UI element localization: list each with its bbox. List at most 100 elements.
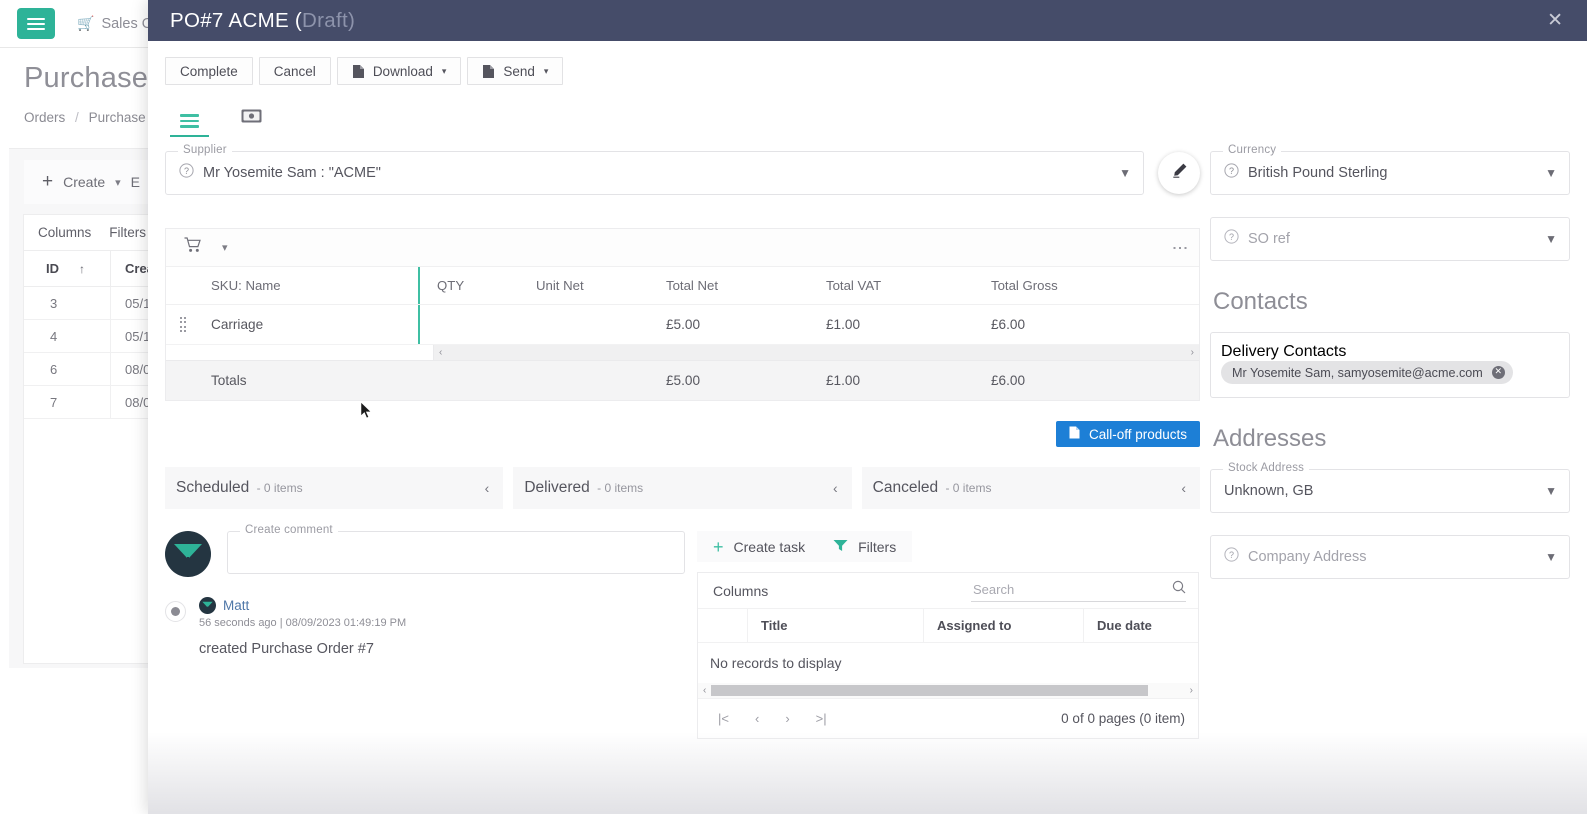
user-avatar-icon bbox=[165, 531, 211, 577]
delivery-contacts-label: Delivery Contacts bbox=[1221, 343, 1347, 360]
company-address-select[interactable]: ? Company Address ▼ bbox=[1210, 535, 1570, 579]
panel-scheduled[interactable]: Scheduled - 0 items ‹ bbox=[165, 467, 504, 509]
column-header-qty[interactable]: QTY bbox=[418, 267, 528, 304]
breadcrumb-root[interactable]: Orders bbox=[24, 110, 65, 125]
breadcrumb-current[interactable]: Purchase bbox=[89, 110, 146, 125]
more-vertical-icon[interactable]: ⋮ bbox=[1171, 240, 1188, 256]
currency-select[interactable]: Currency ? British Pound Sterling ▼ bbox=[1210, 144, 1570, 195]
chevron-left-icon[interactable]: ‹ bbox=[1181, 480, 1186, 496]
chevron-down-icon[interactable]: ▼ bbox=[1119, 166, 1131, 180]
search-icon[interactable] bbox=[1172, 580, 1186, 599]
panel-delivered[interactable]: Delivered - 0 items ‹ bbox=[513, 467, 852, 509]
status-panels: Scheduled - 0 items ‹ Delivered - 0 item… bbox=[165, 467, 1200, 509]
create-button[interactable]: Create bbox=[63, 174, 105, 190]
chevron-left-icon[interactable]: ‹ bbox=[833, 480, 838, 496]
cell-qty[interactable] bbox=[418, 305, 528, 344]
column-header-id-label: ID bbox=[46, 261, 59, 276]
send-button[interactable]: Send ▾ bbox=[467, 57, 564, 85]
tasks-horizontal-scrollbar[interactable]: ‹ › bbox=[698, 683, 1198, 698]
table-row[interactable]: Carriage £5.00 £1.00 £6.00 bbox=[166, 305, 1199, 345]
activity-feed-item: Matt 56 seconds ago | 08/09/2023 01:49:1… bbox=[165, 597, 685, 657]
chevron-left-icon[interactable]: ‹ bbox=[698, 685, 711, 696]
pager-prev-button[interactable]: ‹ bbox=[755, 711, 759, 726]
pager-next-button[interactable]: › bbox=[785, 711, 789, 726]
chevron-right-icon[interactable]: › bbox=[1185, 685, 1198, 696]
drag-handle-icon[interactable] bbox=[166, 305, 200, 344]
delivery-contacts-field[interactable]: Delivery Contacts Mr Yosemite Sam, samyo… bbox=[1210, 332, 1570, 398]
column-header-assigned-to[interactable]: Assigned to bbox=[923, 609, 1083, 642]
panel-canceled-label: Canceled bbox=[872, 479, 939, 496]
column-header-select[interactable] bbox=[698, 609, 747, 642]
chevron-down-icon[interactable]: ▼ bbox=[1545, 484, 1557, 498]
banknote-icon bbox=[241, 109, 262, 128]
complete-button[interactable]: Complete bbox=[165, 57, 253, 85]
tab-financials[interactable] bbox=[231, 105, 272, 137]
create-comment-field[interactable]: Create comment bbox=[227, 524, 685, 574]
download-button[interactable]: Download ▾ bbox=[336, 57, 462, 85]
chevron-right-icon[interactable]: › bbox=[1186, 347, 1199, 358]
so-ref-placeholder: SO ref bbox=[1248, 231, 1290, 247]
currency-label: Currency bbox=[1223, 144, 1282, 156]
cancel-button[interactable]: Cancel bbox=[258, 57, 331, 85]
calloff-row: Call-off products bbox=[165, 421, 1200, 447]
sort-ascending-icon[interactable]: ↑ bbox=[79, 262, 85, 276]
column-header-sku-name[interactable]: SKU: Name bbox=[200, 267, 418, 304]
so-ref-field-wrap: ? SO ref ▼ bbox=[1210, 217, 1570, 261]
company-address-wrap: ? Company Address ▼ bbox=[1210, 535, 1570, 579]
column-header-due-date[interactable]: Due date bbox=[1083, 609, 1193, 642]
tab-details[interactable] bbox=[170, 110, 209, 137]
cell-created: 05/1 bbox=[110, 287, 150, 319]
totals-total-vat: £1.00 bbox=[826, 373, 861, 388]
close-icon[interactable]: ✕ bbox=[1540, 8, 1570, 33]
products-grid: ▾ ⋮ SKU: Name QTY Unit Net Total Net Tot… bbox=[165, 228, 1200, 401]
tasks-section: + Create task Filters Columns Search Tit… bbox=[697, 531, 1199, 739]
column-header-title[interactable]: Title bbox=[747, 609, 923, 642]
chevron-down-icon[interactable]: ▼ bbox=[1545, 550, 1557, 564]
activity-author[interactable]: Matt bbox=[223, 598, 249, 613]
chevron-down-icon[interactable]: ▾ bbox=[115, 176, 121, 189]
svg-text:?: ? bbox=[1229, 232, 1234, 242]
header-drag-spacer bbox=[166, 267, 200, 304]
scrollbar-thumb[interactable] bbox=[711, 685, 1149, 696]
call-off-products-button[interactable]: Call-off products bbox=[1055, 421, 1200, 447]
cart-icon[interactable] bbox=[184, 237, 202, 258]
column-header-total-vat[interactable]: Total VAT bbox=[818, 267, 983, 304]
column-header-total-gross[interactable]: Total Gross bbox=[983, 267, 1163, 304]
search-input[interactable] bbox=[971, 580, 1151, 598]
pager-first-button[interactable]: |< bbox=[718, 711, 729, 726]
columns-button[interactable]: Columns bbox=[713, 583, 768, 599]
activity-timestamp: 56 seconds ago | 08/09/2023 01:49:19 PM bbox=[199, 617, 407, 629]
contact-chip[interactable]: Mr Yosemite Sam, samyosemite@acme.com ✕ bbox=[1221, 361, 1513, 384]
cell-unit-net[interactable] bbox=[528, 305, 658, 344]
panel-canceled[interactable]: Canceled - 0 items ‹ bbox=[861, 467, 1200, 509]
search-box[interactable] bbox=[971, 580, 1186, 602]
columns-button[interactable]: Columns bbox=[38, 225, 91, 240]
chevron-down-icon[interactable]: ▼ bbox=[1545, 166, 1557, 180]
column-header-total-net[interactable]: Total Net bbox=[658, 267, 818, 304]
chevron-down-icon[interactable]: ▾ bbox=[222, 241, 228, 254]
filters-button[interactable]: Filters bbox=[819, 531, 910, 562]
column-header-id[interactable]: ID ↑ bbox=[24, 261, 110, 276]
pager-last-button[interactable]: >| bbox=[816, 711, 827, 726]
chevron-left-icon[interactable]: ‹ bbox=[485, 480, 490, 496]
stock-address-select[interactable]: Stock Address Unknown, GB ▼ bbox=[1210, 462, 1570, 513]
export-button[interactable]: E bbox=[131, 174, 140, 190]
chevron-down-icon[interactable]: ▼ bbox=[1545, 232, 1557, 246]
filters-button[interactable]: Filters bbox=[109, 225, 146, 240]
column-header-unit-net[interactable]: Unit Net bbox=[528, 267, 658, 304]
hamburger-menu-icon[interactable] bbox=[17, 8, 55, 39]
products-horizontal-scrollbar[interactable]: ‹ › bbox=[166, 345, 1199, 361]
screen: 🛒 Sales Orde Purchase Or Orders / Purcha… bbox=[0, 0, 1587, 814]
tasks-empty-message: No records to display bbox=[710, 655, 842, 671]
supplier-label: Supplier bbox=[178, 144, 232, 156]
remove-chip-icon[interactable]: ✕ bbox=[1491, 366, 1505, 379]
so-ref-select[interactable]: ? SO ref ▼ bbox=[1210, 217, 1570, 261]
comments-section: Create comment Matt 56 seconds ago | 08/… bbox=[165, 524, 685, 739]
create-task-button[interactable]: + Create task bbox=[699, 531, 819, 562]
totals-total-gross: £6.00 bbox=[991, 373, 1026, 388]
supplier-select[interactable]: Supplier ? Mr Yosemite Sam : "ACME" ▼ bbox=[165, 144, 1144, 195]
edit-supplier-button[interactable] bbox=[1158, 152, 1200, 194]
question-circle-icon: ? bbox=[1224, 163, 1239, 183]
chevron-left-icon[interactable]: ‹ bbox=[434, 347, 447, 358]
cell-id: 6 bbox=[50, 361, 58, 377]
